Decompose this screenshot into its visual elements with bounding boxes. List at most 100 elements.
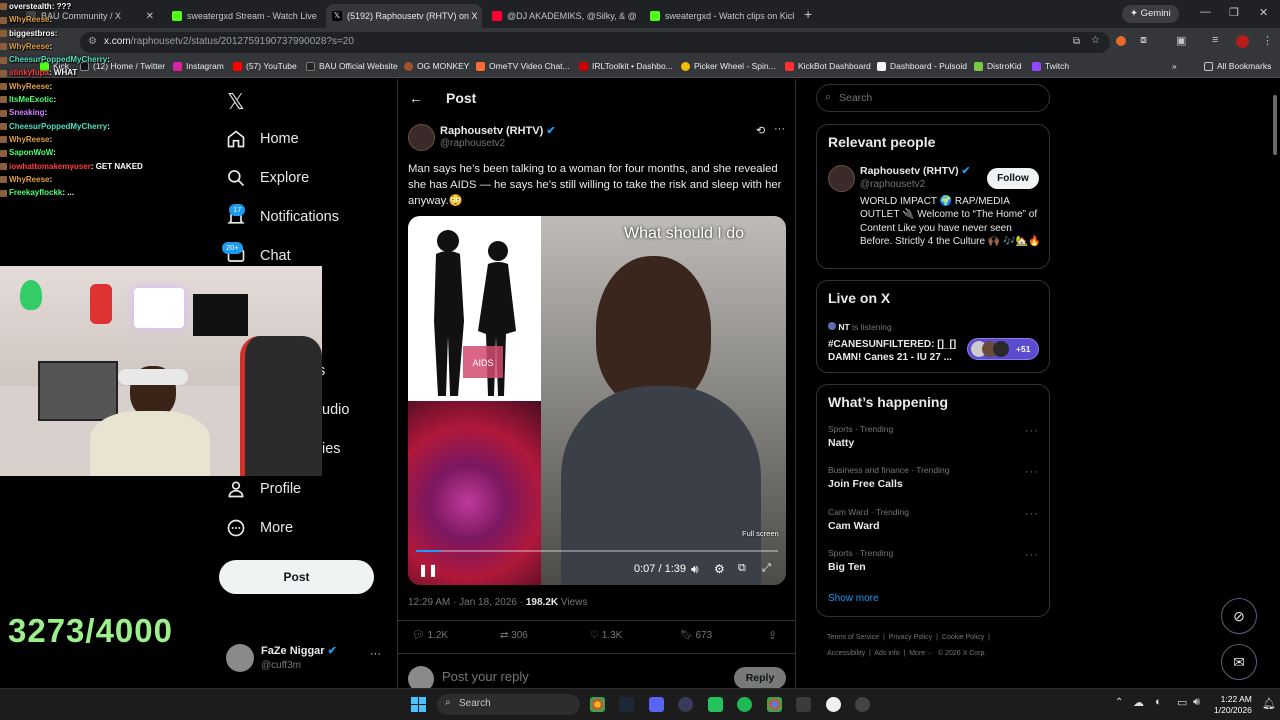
chrome-icon[interactable] <box>590 697 605 712</box>
chrome-icon[interactable] <box>767 697 782 712</box>
new-tab-button[interactable]: + <box>804 6 812 22</box>
follow-button[interactable]: Follow <box>987 168 1039 189</box>
bookmark-item[interactable]: DistroKid <box>974 61 1021 71</box>
more-dots-icon[interactable]: ··· <box>1025 549 1039 561</box>
tray-overflow-icon[interactable]: ⌃ <box>1115 697 1123 708</box>
bookmark-item[interactable]: KickBot Dashboard <box>785 61 871 71</box>
start-windows-icon[interactable] <box>411 697 426 712</box>
video-player[interactable]: AIDS What should I do Full screen ❚❚ 0:0… <box>408 216 786 585</box>
cloud-icon[interactable]: ☁ <box>1133 696 1144 709</box>
trend-item[interactable]: Business and finance · Trending Join Free… <box>828 465 949 490</box>
nav-home[interactable]: Home <box>226 129 299 149</box>
grok-icon[interactable]: ⟲ <box>756 124 765 137</box>
notifications-bell-icon[interactable]: 🔔︎ <box>1262 697 1276 710</box>
taskbar-search[interactable]: ⌕ Search <box>437 694 580 715</box>
gemini-button[interactable]: ✦ Gemini <box>1122 5 1179 23</box>
tray-app-icon[interactable]: ◐ <box>1155 696 1162 708</box>
fullscreen-icon[interactable]: ⤢ <box>762 562 771 575</box>
video-progress-track[interactable] <box>416 550 778 552</box>
url-field[interactable]: ⚙ x.com/raphousetv2/status/2012759190737… <box>80 32 1110 53</box>
steam-icon[interactable] <box>619 697 634 712</box>
page-scrollbar[interactable] <box>1270 79 1280 688</box>
account-switcher[interactable]: FaZe Niggar ✔ @cuff3m ··· <box>226 642 386 676</box>
repost-action[interactable]: ⇄ 306 <box>500 630 528 641</box>
chat-separator: : <box>49 41 53 51</box>
settings-gear-icon[interactable]: ⚙ <box>714 562 725 576</box>
all-bookmarks[interactable]: All Bookmarks <box>1204 61 1271 71</box>
reply-action[interactable]: 💬︎ 1.2K <box>412 630 448 641</box>
bookmark-item[interactable]: Picker Wheel - Spin... <box>681 61 776 71</box>
nav-item-partial-label[interactable]: udio <box>322 402 349 418</box>
bookmarks-overflow-icon[interactable]: » <box>1172 61 1177 71</box>
show-more-link[interactable]: Show more <box>828 593 879 604</box>
install-icon[interactable]: ⧉ <box>1073 36 1080 47</box>
search-input[interactable]: ⌕ Search <box>816 84 1050 112</box>
pause-icon[interactable]: ❚❚ <box>418 563 438 577</box>
bookmark-star-icon[interactable]: ☆ <box>1091 35 1100 46</box>
share-icon[interactable]: ⇪ <box>768 629 777 642</box>
messages-floating-button[interactable]: ✉ <box>1221 644 1257 680</box>
app-icon[interactable] <box>678 697 693 712</box>
minimize-icon[interactable]: — <box>1200 6 1211 18</box>
bookmark-item[interactable]: Dashboard - Pulsoid <box>877 61 967 71</box>
bookmark-action[interactable]: 🔖︎ 673 <box>680 630 712 641</box>
author-avatar[interactable] <box>408 124 435 151</box>
bookmark-item[interactable]: Twitch <box>1032 61 1069 71</box>
profile-avatar-icon[interactable] <box>1236 35 1249 48</box>
nav-more[interactable]: More <box>226 518 293 538</box>
settings-icon[interactable] <box>855 697 870 712</box>
footer-links[interactable]: Terms of Service | Privacy Policy | Cook… <box>827 630 1052 662</box>
reply-input[interactable]: Post your reply <box>442 669 529 684</box>
like-action[interactable]: ♡ 1.3K <box>590 630 622 641</box>
reply-button[interactable]: Reply <box>734 667 786 688</box>
more-dots-icon[interactable]: ··· <box>1025 508 1039 520</box>
author-handle[interactable]: @raphousetv2 <box>440 138 505 149</box>
pip-icon[interactable]: ⧉ <box>738 562 746 575</box>
spotify-icon[interactable] <box>737 697 752 712</box>
volume-icon[interactable]: 🔊︎ <box>1193 696 1200 709</box>
nav-explore[interactable]: Explore <box>226 168 309 188</box>
app-icon[interactable] <box>708 697 723 712</box>
maximize-icon[interactable]: ❐ <box>1229 6 1239 19</box>
bookmark-item[interactable]: BAU Official Website <box>306 61 398 71</box>
more-dots-icon[interactable]: ··· <box>1025 425 1039 437</box>
grok-floating-button[interactable]: ⊘ <box>1221 598 1257 634</box>
avatar[interactable] <box>828 165 855 192</box>
extensions-puzzle-icon[interactable]: ⧇ <box>1140 34 1147 47</box>
more-dots-icon[interactable]: ··· <box>774 123 785 135</box>
menu-kebab-icon[interactable]: ⋮ <box>1262 34 1273 47</box>
bookmark-item[interactable]: OmeTV Video Chat... <box>476 61 570 71</box>
x-logo-icon[interactable]: 𝕏 <box>227 89 245 115</box>
live-on-x-card[interactable]: Live on X NT is listening #CANESUNFILTER… <box>816 280 1050 373</box>
clock[interactable]: 1:22 AM 1/20/2026 <box>1214 694 1252 716</box>
trend-item[interactable]: Cam Ward · Trending Cam Ward <box>828 507 909 532</box>
bookmark-item[interactable]: (57) YouTube <box>233 61 297 71</box>
terminal-icon[interactable] <box>796 697 811 712</box>
chat-text: GET NAKED <box>95 161 143 171</box>
volume-icon[interactable]: 🔊︎ <box>691 562 699 577</box>
media-control-icon[interactable]: ≡ <box>1212 34 1218 46</box>
network-icon[interactable]: ▭ <box>1177 696 1187 709</box>
more-dots-icon[interactable]: ··· <box>370 648 381 660</box>
scrollbar-thumb[interactable] <box>1273 95 1277 155</box>
browser-tab[interactable]: @DJ AKADEMIKS, @Silky, & @ ✕ <box>486 4 636 28</box>
back-arrow-icon[interactable]: ← <box>409 90 423 106</box>
app-icon[interactable] <box>826 697 841 712</box>
post-button[interactable]: Post <box>219 560 374 594</box>
author-name-row[interactable]: Raphousetv (RHTV) ✔ <box>440 124 556 137</box>
chat-username: iowhattomakemyuser <box>9 161 91 171</box>
discord-icon[interactable] <box>649 697 664 712</box>
close-window-icon[interactable]: ✕ <box>1259 6 1268 19</box>
bookmark-item[interactable]: OG MONKEY <box>404 61 469 71</box>
bookmark-item[interactable]: IRLToolkit • Dashbo... <box>579 61 673 71</box>
sidebar-icon[interactable]: ▣ <box>1176 34 1186 47</box>
trend-item[interactable]: Sports · Trending Big Ten <box>828 548 893 573</box>
more-dots-icon[interactable]: ··· <box>1025 466 1039 478</box>
nav-item-partial-label[interactable]: ies <box>322 441 341 457</box>
nav-profile[interactable]: Profile <box>226 479 301 499</box>
browser-tab[interactable]: sweatergxd - Watch clips on Kick ✕ <box>644 4 794 28</box>
browser-tab-active[interactable]: 𝕏 (5192) Raphousetv (RHTV) on X ✕ <box>326 4 482 28</box>
extension-icon[interactable] <box>1116 36 1126 46</box>
trend-item[interactable]: Sports · Trending Natty <box>828 424 893 449</box>
rp-name-row[interactable]: Raphousetv (RHTV) ✔ <box>860 165 970 177</box>
